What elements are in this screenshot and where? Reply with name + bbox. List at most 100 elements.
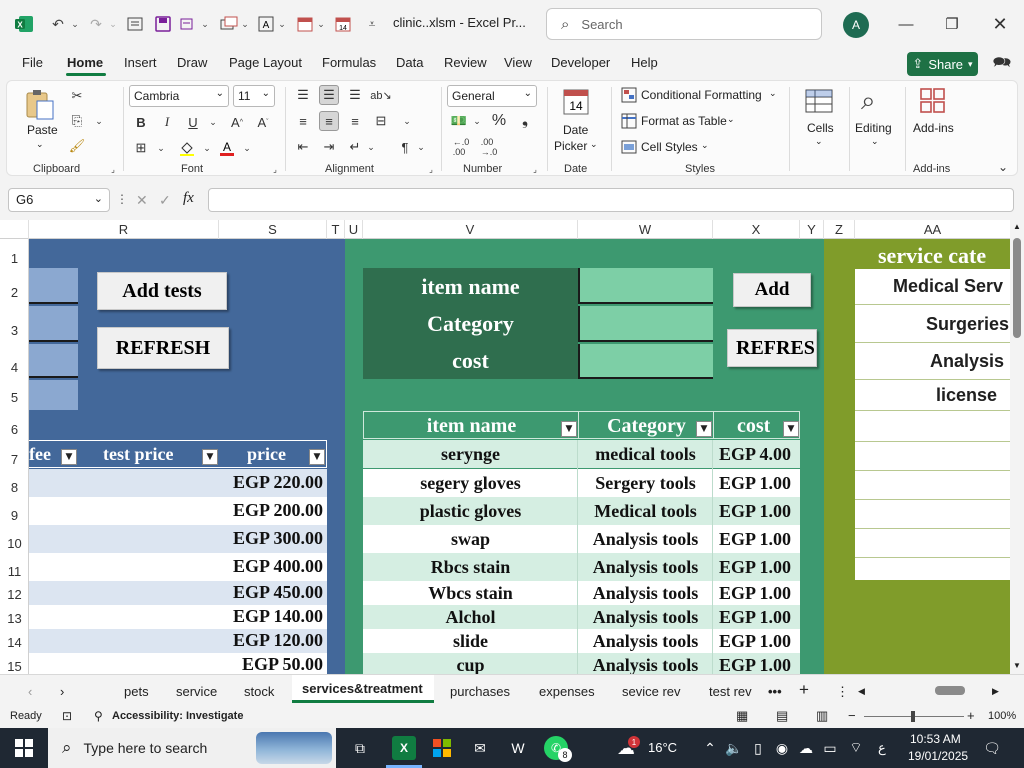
bold-icon[interactable]: B	[131, 112, 151, 132]
cell-styles-icon[interactable]	[619, 137, 639, 157]
cells-icon[interactable]	[805, 87, 833, 115]
tab-help[interactable]: Help	[631, 55, 658, 70]
underline-icon[interactable]: U	[183, 112, 203, 132]
copy-icon[interactable]: ⎘	[67, 111, 87, 131]
search-input[interactable]: ⌕ Search	[546, 8, 822, 40]
list-item[interactable]	[855, 472, 1010, 500]
table-row[interactable]: plastic gloves Medical tools EGP 1.00	[363, 497, 800, 525]
sheet-tab[interactable]: stock	[244, 684, 274, 699]
page-layout-view-icon[interactable]: ▤	[776, 708, 788, 724]
paste-icon[interactable]	[25, 89, 55, 120]
list-item[interactable]: Surgeries	[855, 306, 1010, 343]
conditional-formatting-icon[interactable]	[619, 85, 639, 105]
font-color-icon[interactable]: A	[217, 138, 237, 158]
refresh-items-button[interactable]: REFRES	[727, 329, 817, 367]
sort-icon[interactable]	[178, 12, 198, 36]
prev-sheet-icon[interactable]: ‹	[28, 684, 32, 699]
comments-icon[interactable]: 🗪	[989, 52, 1015, 76]
date-picker-label-2[interactable]: Picker	[554, 139, 587, 153]
cell-styles-dropdown-icon[interactable]: ⌄	[701, 140, 709, 151]
row-header[interactable]: 10	[0, 536, 29, 551]
table-row[interactable]: Wbcs stain Analysis tools EGP 1.00	[363, 581, 800, 605]
increase-indent-icon[interactable]: ⇥	[319, 137, 339, 157]
column-header[interactable]: Y	[800, 220, 824, 239]
column-header[interactable]: Z	[824, 220, 855, 239]
copy-dropdown-icon[interactable]: ⌄	[240, 12, 250, 36]
save-icon[interactable]	[152, 12, 174, 36]
row-header[interactable]: 7	[0, 452, 29, 467]
paste-dropdown-icon[interactable]: ⌄	[36, 139, 44, 150]
scroll-down-icon[interactable]: ▼	[1013, 661, 1021, 670]
underline-dropdown-icon[interactable]: ⌄	[203, 112, 223, 132]
row-header[interactable]: 14	[0, 635, 29, 650]
form-icon[interactable]	[124, 12, 146, 36]
category-input[interactable]	[578, 306, 713, 342]
sheet-tab[interactable]: service	[176, 684, 217, 699]
add-sheet-icon[interactable]: +	[799, 680, 809, 700]
row-header[interactable]: 15	[0, 659, 29, 674]
row-header[interactable]: 13	[0, 611, 29, 626]
undo-dropdown-icon[interactable]: ⌄	[70, 12, 80, 36]
collapse-ribbon-icon[interactable]: ⌄	[993, 157, 1013, 177]
column-header[interactable]: S	[219, 220, 327, 239]
accessibility-status[interactable]: Accessibility: Investigate	[112, 710, 243, 722]
vertical-scrollbar[interactable]: ▲ ▼	[1010, 220, 1024, 674]
more-options-icon[interactable]: ⋮	[116, 192, 128, 206]
cut-icon[interactable]: ✂	[67, 86, 87, 106]
font-launcher-icon[interactable]: ⌟	[269, 163, 281, 175]
more-sheets-icon[interactable]: •••	[768, 684, 782, 699]
refresh-tests-button[interactable]: REFRESH	[97, 327, 229, 369]
webcam-icon[interactable]: ◉	[770, 736, 794, 760]
direction-dropdown-icon[interactable]: ⌄	[411, 137, 431, 157]
horizontal-scroll-thumb[interactable]	[935, 686, 965, 695]
test-input-field[interactable]	[29, 380, 78, 410]
task-view-icon[interactable]: ⧉	[348, 736, 372, 760]
scroll-right-icon[interactable]: ▶	[992, 686, 999, 697]
accessibility-icon[interactable]: ⚲	[94, 709, 103, 723]
row-header[interactable]: 1	[0, 251, 29, 266]
customize-dropdown-icon[interactable]: ⌄	[200, 12, 210, 36]
align-middle-icon[interactable]: ☰	[319, 85, 339, 105]
filter-dropdown-icon[interactable]: ▼	[561, 421, 577, 437]
increase-decimal-icon[interactable]: ←.0.00	[449, 137, 473, 157]
show-hidden-icons-icon[interactable]: ⌃	[698, 736, 722, 760]
format-painter-icon[interactable]: 🖌	[67, 136, 87, 156]
list-item[interactable]	[855, 501, 1010, 529]
text-box-icon[interactable]: A	[255, 12, 277, 36]
column-header[interactable]: X	[713, 220, 800, 239]
row-header[interactable]: 5	[0, 390, 29, 405]
decrease-font-icon[interactable]: Aˇ	[253, 112, 273, 132]
table-row[interactable]: cup Analysis tools EGP 1.00	[363, 653, 800, 674]
orientation-icon[interactable]: ab↘	[370, 85, 391, 105]
wrap-dropdown-icon[interactable]: ⌄	[361, 137, 381, 157]
zoom-in-icon[interactable]: +	[967, 708, 975, 723]
date-picker-label-1[interactable]: Date	[563, 123, 588, 137]
scroll-left-icon[interactable]: ◀	[858, 686, 865, 697]
list-item[interactable]: license	[855, 381, 1010, 411]
page-break-view-icon[interactable]: ▥	[816, 708, 828, 724]
editing-search-icon[interactable]: ⌕	[861, 85, 891, 115]
increase-font-icon[interactable]: A ^	[227, 112, 247, 132]
list-item[interactable]	[855, 559, 1010, 580]
fill-color-icon[interactable]	[177, 138, 197, 158]
column-header[interactable]: T	[327, 220, 345, 239]
comma-icon[interactable]: ❟	[515, 111, 535, 131]
test-input-field[interactable]	[29, 344, 78, 378]
filter-dropdown-icon[interactable]: ▼	[696, 421, 712, 437]
merge-dropdown-icon[interactable]: ⌄	[397, 111, 417, 131]
zoom-slider-handle[interactable]	[911, 711, 915, 722]
tab-formulas[interactable]: Formulas	[322, 55, 376, 70]
filter-dropdown-icon[interactable]: ▼	[202, 449, 218, 465]
addins-button[interactable]: Add-ins	[913, 121, 954, 135]
select-all-corner[interactable]	[0, 220, 29, 239]
row-header[interactable]: 12	[0, 587, 29, 602]
close-icon[interactable]: ✕	[987, 12, 1013, 36]
tab-home[interactable]: Home	[67, 55, 103, 70]
cancel-icon[interactable]: ✕	[136, 192, 148, 209]
table-row[interactable]: EGP 220.00	[29, 469, 327, 497]
zoom-level[interactable]: 100%	[988, 710, 1016, 722]
taskbar-search-input[interactable]: ⌕ Type here to search	[48, 728, 336, 768]
sheet-tab[interactable]: purchases	[450, 684, 510, 699]
tab-developer[interactable]: Developer	[551, 55, 610, 70]
align-right-icon[interactable]: ≡	[345, 111, 365, 131]
